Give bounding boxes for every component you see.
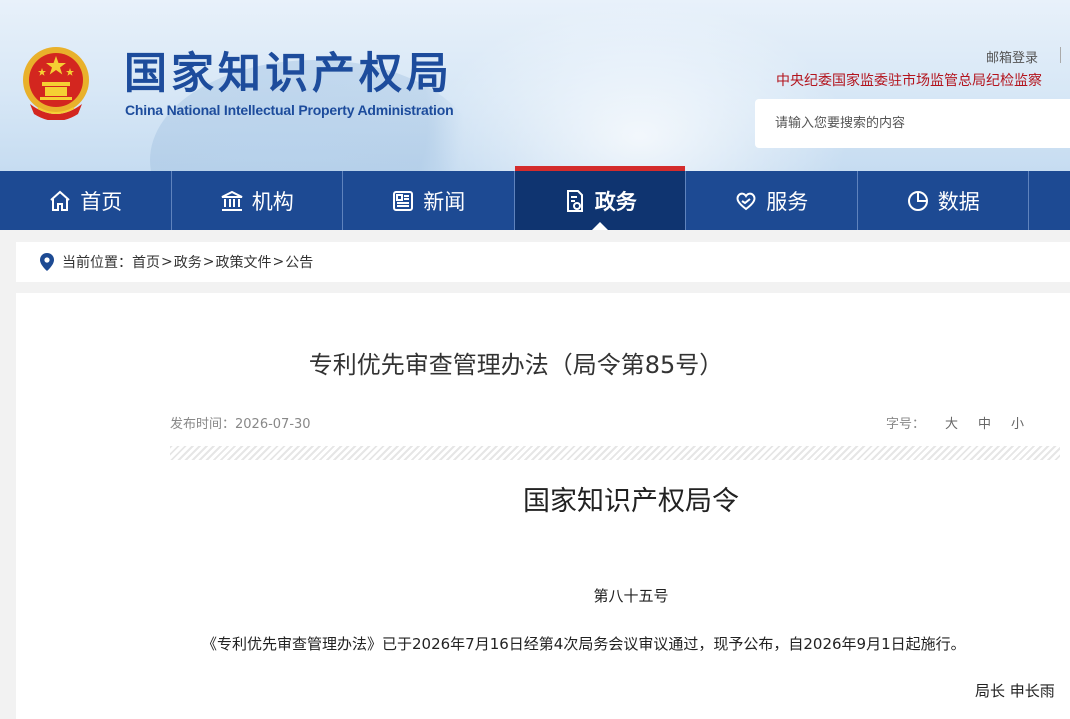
font-size-large-button[interactable]: 大 [945,413,958,432]
breadcrumb-home[interactable]: 首页 [132,252,160,272]
national-emblem-icon [23,47,89,120]
nav-item-institution[interactable]: 机构 [172,171,343,230]
order-number: 第八十五号 [593,587,669,605]
breadcrumb-separator: > [272,254,285,270]
institution-icon [221,190,243,211]
mail-login-link[interactable]: 邮箱登录 [986,47,1038,66]
breadcrumb-prefix: 当前位置： [62,255,132,271]
search-input[interactable] [755,99,1070,148]
nav-item-label: 服务 [766,189,809,214]
discipline-inspection-link[interactable]: 中央纪委国家监委驻市场监管总局纪检监察 [776,70,1042,90]
site-header: 国家知识产权局 China National Intellectual Prop… [0,0,1070,171]
nav-item-government-affairs[interactable]: 政务 [514,166,686,230]
font-size-medium-button[interactable]: 中 [978,413,991,432]
article-signer: 局长 申长雨 [975,682,1055,700]
home-icon [50,190,70,211]
hatched-divider [170,446,1060,460]
breadcrumb-announcements[interactable]: 公告 [285,252,313,272]
order-heading: 国家知识产权局令 [523,486,739,517]
breadcrumb-government-affairs[interactable]: 政务 [174,252,202,272]
government-affairs-icon [566,189,583,212]
article-title: 专利优先审查管理办法（局令第85号） [308,351,724,379]
nav-item-label: 新闻 [423,189,466,214]
article-container: 专利优先审查管理办法（局令第85号） 发布时间：2026-07-30 字号： 大… [16,293,1070,719]
article-body-paragraph: 《专利优先审查管理办法》已于2026年7月16日经第4次局务会议审议通过，现予公… [202,635,966,653]
nav-item-overflow[interactable] [1029,171,1057,230]
news-icon [393,190,414,211]
nav-item-service[interactable]: 服务 [686,171,858,230]
site-logo-subtitle[interactable]: China National Intellectual Property Adm… [125,102,454,118]
nav-item-label: 首页 [80,189,123,214]
nav-item-label: 政务 [594,189,637,214]
breadcrumb-policy-documents[interactable]: 政策文件 [215,252,271,272]
font-size-small-button[interactable]: 小 [1011,413,1024,432]
search-box [755,99,1070,148]
main-nav: 首页 机构 新闻 政务 服务 数据 [0,166,1070,230]
breadcrumb-separator: > [161,254,173,270]
nav-item-data[interactable]: 数据 [858,171,1029,230]
header-divider [1060,47,1061,63]
site-logo-title[interactable]: 国家知识产权局 [124,48,453,100]
pie-chart-icon [907,190,928,211]
heart-hand-icon [736,192,756,210]
nav-item-news[interactable]: 新闻 [343,171,515,230]
font-size-label: 字号： [886,417,926,432]
nav-item-home[interactable]: 首页 [0,171,172,230]
nav-item-label: 机构 [251,189,294,214]
breadcrumb-separator: > [202,254,215,270]
nav-item-label: 数据 [937,189,980,214]
publish-time: 发布时间：2026-07-30 [170,417,311,432]
breadcrumb: 当前位置： 首页 > 政务 > 政策文件 > 公告 [16,242,1070,282]
location-pin-icon [40,253,54,271]
font-size-controls: 字号： 大 中 小 [886,413,1024,432]
